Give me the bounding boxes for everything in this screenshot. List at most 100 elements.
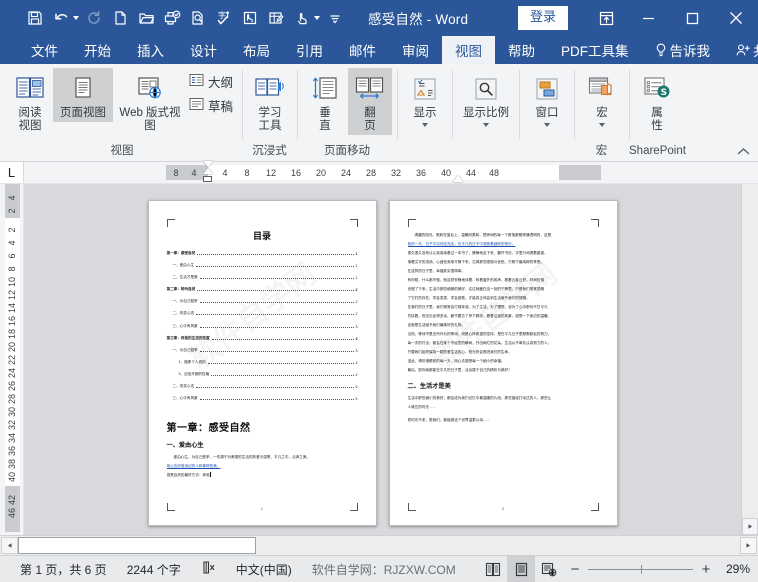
- toc-entry[interactable]: 三、心中有风景5: [167, 396, 358, 401]
- horizontal-scrollbar[interactable]: [0, 535, 758, 555]
- hanging-indent-marker[interactable]: [203, 168, 213, 174]
- first-line-indent-marker[interactable]: [203, 161, 213, 167]
- zoom-out-button[interactable]: −: [569, 562, 581, 577]
- zoom-button[interactable]: 显示比例: [458, 68, 514, 131]
- word-window: 字 感受自然 - Word 登录: [0, 0, 758, 582]
- print-preview-icon[interactable]: [185, 5, 211, 31]
- show-button[interactable]: 显示: [403, 68, 447, 131]
- toc-entry[interactable]: 二、改变心态5: [167, 384, 358, 389]
- zoom-slider[interactable]: [588, 563, 693, 575]
- toc-entry[interactable]: 二、生活才是美1: [167, 275, 358, 280]
- tab-file[interactable]: 文件: [18, 36, 71, 64]
- learning-tools-button[interactable]: 学习 工具: [248, 68, 292, 135]
- print-layout-view-button[interactable]: [507, 556, 535, 582]
- redo-icon[interactable]: [81, 5, 107, 31]
- print-layout-button[interactable]: 页面视图: [53, 68, 113, 122]
- horizontal-scroll-track[interactable]: [18, 537, 740, 554]
- tab-help[interactable]: 帮助: [495, 36, 548, 64]
- tab-stop-selector[interactable]: L: [0, 162, 24, 183]
- new-doc-icon[interactable]: [107, 5, 133, 31]
- close-icon[interactable]: [714, 0, 758, 36]
- maximize-icon[interactable]: [670, 0, 714, 36]
- toc-entry[interactable]: 一、爱由心生1: [167, 263, 358, 268]
- vertical-scroll-button[interactable]: 垂 直: [303, 68, 347, 135]
- tab-insert[interactable]: 插入: [124, 36, 177, 64]
- left-indent-marker[interactable]: [203, 176, 212, 182]
- zoom-percentage[interactable]: 29%: [720, 562, 758, 576]
- ribbon-group-macros-label: 宏: [574, 144, 629, 161]
- save-icon[interactable]: [22, 5, 48, 31]
- tab-view[interactable]: 视图: [442, 36, 495, 64]
- share-button[interactable]: 共享: [723, 36, 758, 64]
- word-count[interactable]: 2244 个字: [117, 556, 191, 582]
- right-indent-marker[interactable]: [453, 175, 463, 182]
- tab-mailings[interactable]: 邮件: [336, 36, 389, 64]
- language-indicator[interactable]: 中文(中国): [226, 556, 302, 582]
- tab-design[interactable]: 设计: [177, 36, 230, 64]
- toc-entry[interactable]: 第三章：终极的生活的态度3: [167, 336, 358, 341]
- horizontal-scroll-thumb[interactable]: [18, 537, 256, 554]
- touch-dropdown-caret[interactable]: [311, 5, 322, 31]
- scroll-right-icon[interactable]: [740, 537, 757, 554]
- ribbon-group-show-label: [397, 144, 452, 161]
- vertical-ruler[interactable]: 4 2 2 4 6 8 10 12 14 16 18 20 22 24 26 2…: [0, 184, 24, 535]
- collapse-ribbon-icon[interactable]: [734, 143, 752, 159]
- page-flip-button[interactable]: 翻 页: [348, 68, 392, 135]
- tab-layout[interactable]: 布局: [230, 36, 283, 64]
- page-indicator[interactable]: 第 1 页，共 6 页: [10, 556, 117, 582]
- outline-view-button[interactable]: 大纲: [187, 71, 237, 92]
- scroll-down-icon[interactable]: [742, 518, 758, 535]
- vertical-scrollbar[interactable]: [741, 184, 758, 535]
- scroll-left-icon[interactable]: [1, 537, 18, 554]
- open-folder-icon[interactable]: [133, 5, 159, 31]
- read-mode-button[interactable]: 阅读 视图: [8, 68, 52, 135]
- undo-dropdown-caret[interactable]: [70, 5, 81, 31]
- spelling-check-icon[interactable]: 字: [211, 5, 237, 31]
- body-paragraph-link[interactable]: 用心去欣赏身边的人和事物的美。: [167, 462, 358, 471]
- window-button[interactable]: 窗口: [525, 68, 569, 131]
- zoom-dropdown-caret[interactable]: [460, 120, 512, 129]
- document-page-1[interactable]: 软件自学网 目录 第一章：感受自然1 一、爱由心生1 二、生活才是美1 第二章：…: [148, 200, 377, 526]
- sign-in-button[interactable]: 登录: [518, 6, 568, 30]
- tab-pdf-tools[interactable]: PDF工具集: [548, 36, 642, 64]
- horizontal-ruler[interactable]: 8 4 4 8 12 16 20 24 28 32 36 40 44 48: [24, 162, 758, 183]
- toc-entry[interactable]: 第二章：聆听自然2: [167, 287, 358, 292]
- vruler-number: 10: [7, 277, 17, 287]
- draft-view-button[interactable]: 草稿: [187, 95, 237, 116]
- window-dropdown-caret[interactable]: [527, 120, 567, 129]
- tell-me-button[interactable]: 告诉我: [642, 36, 724, 64]
- toc-entry[interactable]: 2、自信开朗的性格4: [167, 372, 358, 377]
- toc-entry[interactable]: 三、心中有风景3: [167, 324, 358, 329]
- read-mode-view-button[interactable]: [479, 556, 507, 582]
- macro-dropdown-caret[interactable]: [582, 120, 622, 129]
- toc-entry[interactable]: 一、为自己鼓掌3: [167, 348, 358, 353]
- customize-qat-icon[interactable]: [322, 5, 348, 31]
- web-layout-button[interactable]: Web 版式视图: [114, 68, 186, 135]
- page-canvas[interactable]: 软件自学网 目录 第一章：感受自然1 一、爱由心生1 二、生活才是美1 第二章：…: [24, 184, 741, 535]
- proofing-status[interactable]: [191, 556, 226, 582]
- toc-entry-page: 1: [356, 252, 358, 256]
- macro-button[interactable]: 宏: [580, 68, 624, 131]
- toc-entry[interactable]: 一、为自己鼓掌2: [167, 299, 358, 304]
- web-layout-view-button[interactable]: [535, 556, 563, 582]
- window-label: 窗口: [536, 107, 559, 120]
- minimize-icon[interactable]: [626, 0, 670, 36]
- sharepoint-properties-button[interactable]: S 属 性: [635, 68, 679, 135]
- show-panel-icon: [412, 71, 438, 107]
- toc-entry-page: 1: [356, 276, 358, 280]
- draw-table-icon[interactable]: [263, 5, 289, 31]
- show-dropdown-caret[interactable]: [405, 120, 445, 129]
- quick-print-icon[interactable]: [159, 5, 185, 31]
- toc-title: 目录: [167, 229, 358, 242]
- toc-entry[interactable]: 第一章：感受自然1: [167, 251, 358, 256]
- body-paragraph-link[interactable]: 新的一天，日子平淡却也充实，在平凡的日子中感受着细碎的快乐。: [408, 240, 599, 249]
- document-page-2[interactable]: 软件自学网 清晨的阳光，照射在窗台上，温暖而柔和，把房间的每一个角落都照得通透明…: [389, 200, 618, 526]
- tab-review[interactable]: 审阅: [389, 36, 442, 64]
- toc-entry[interactable]: 二、改变心态2: [167, 311, 358, 316]
- toc-entry[interactable]: 1、做那个人真的4: [167, 360, 358, 365]
- touch-mode-icon[interactable]: [237, 5, 263, 31]
- tab-home[interactable]: 开始: [71, 36, 124, 64]
- ribbon-display-options-icon[interactable]: [586, 0, 626, 36]
- tab-references[interactable]: 引用: [283, 36, 336, 64]
- zoom-in-button[interactable]: +: [700, 562, 712, 577]
